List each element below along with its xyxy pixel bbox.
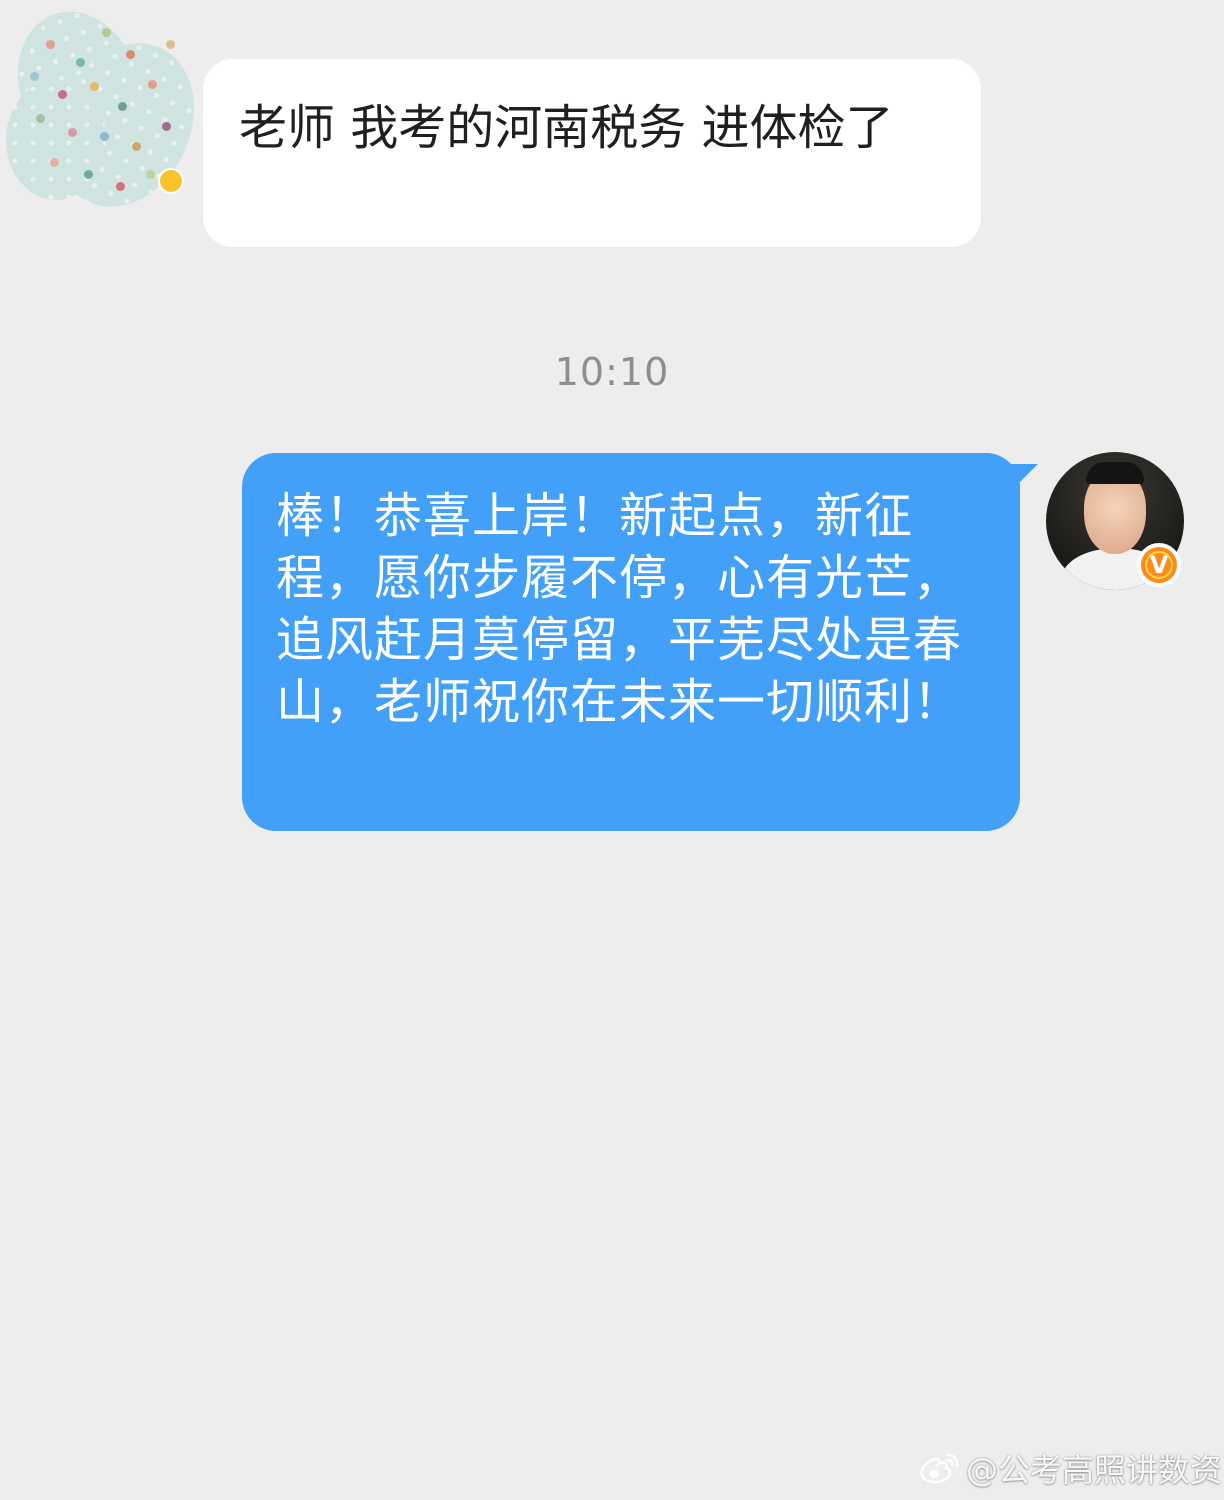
message-timestamp: 10:10 [554,350,670,394]
watermark: @公考高照讲数资 [918,1448,1223,1489]
verified-badge-icon: V [1137,543,1181,587]
weibo-icon [920,1453,959,1484]
sender-badge-icon [158,168,184,194]
sender-avatar[interactable] [6,10,196,220]
incoming-message-bubble[interactable]: 老师 我考的河南税务 进体检了 [203,59,981,247]
outgoing-message-bubble[interactable]: 棒！恭喜上岸！新起点，新征程，愿你步履不停，心有光芒，追风赶月莫停留，平芜尽处是… [242,453,1020,831]
watermark-text: @公考高照讲数资 [966,1451,1223,1489]
incoming-message-text: 老师 我考的河南税务 进体检了 [239,100,894,156]
chat-area[interactable]: 老师 我考的河南税务 进体检了 10:10 棒！恭喜上岸！新起点，新征程，愿你步… [0,0,1224,1500]
outgoing-message-text: 棒！恭喜上岸！新起点，新征程，愿你步履不停，心有光芒，追风赶月莫停留，平芜尽处是… [276,488,963,730]
